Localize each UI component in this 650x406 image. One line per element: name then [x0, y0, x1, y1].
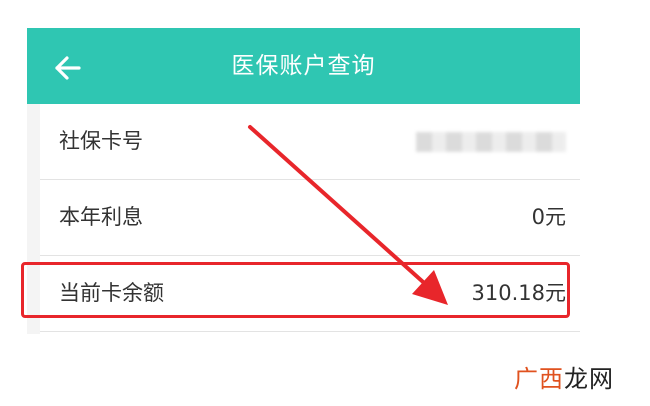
- row-card-number: 社保卡号: [40, 104, 580, 180]
- annual-interest-label: 本年利息: [59, 205, 143, 229]
- balance-highlight-box: [21, 262, 570, 318]
- row-annual-interest: 本年利息 0元: [40, 180, 580, 256]
- card-number-label: 社保卡号: [59, 129, 143, 153]
- watermark-logo: 广西龙网: [514, 359, 614, 394]
- page-title: 医保账户查询: [231, 53, 376, 79]
- watermark-part2: 龙网: [564, 365, 614, 393]
- watermark-part1: 广西: [514, 365, 564, 393]
- masked-card-number: [416, 132, 566, 152]
- annual-interest-value: 0元: [531, 205, 566, 229]
- header-bar: 医保账户查询: [27, 28, 580, 104]
- page: 医保账户查询 社保卡号 本年利息 0元 当前卡余额 310.18元 广西龙网: [0, 0, 650, 406]
